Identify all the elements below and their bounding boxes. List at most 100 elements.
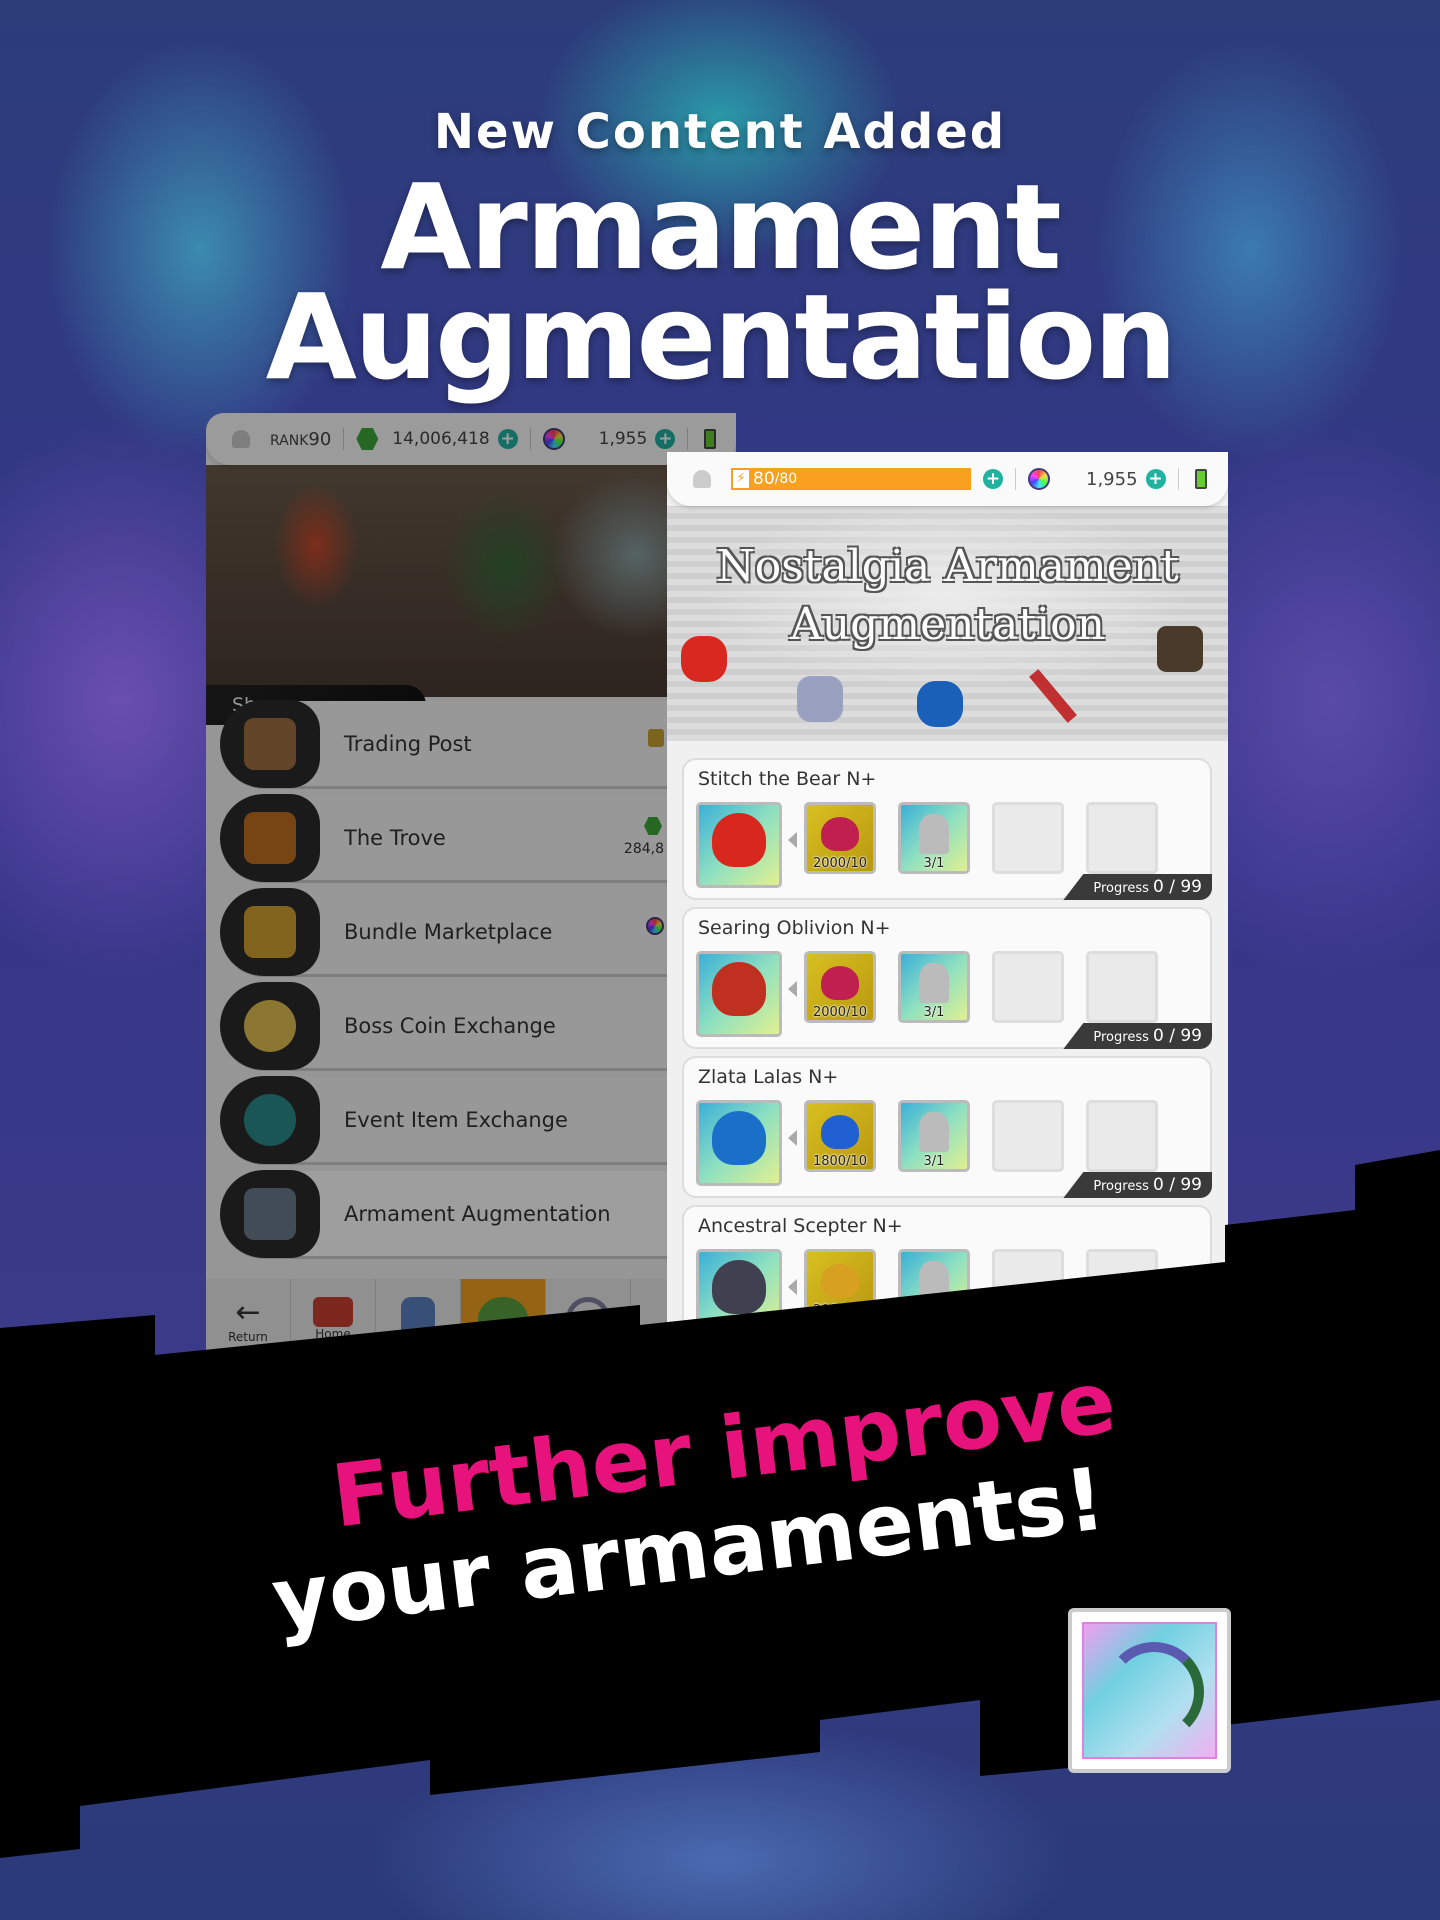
material-slot[interactable]	[898, 1249, 970, 1321]
menu-item-label: Bundle Marketplace	[344, 919, 553, 944]
headline-subtitle: New Content Added	[433, 104, 1007, 160]
menu-item-event-item-exchange[interactable]: Event Item Exchange	[220, 1075, 736, 1165]
orb-count: 1,955	[598, 429, 648, 449]
menu-item-boss-coin-exchange[interactable]: Boss Coin Exchange	[220, 981, 736, 1071]
nav-portal-button[interactable]	[546, 1279, 631, 1353]
ore-icon	[821, 1264, 859, 1299]
armament-slot[interactable]	[696, 1100, 782, 1186]
trading-post-icon	[220, 699, 320, 788]
menu-item-the-trove[interactable]: The Trove 284,8	[220, 793, 736, 883]
energy-max: /80	[774, 471, 798, 487]
progress-badge: Progress 0 / 99	[1063, 1172, 1212, 1198]
menu-item-label: Event Item Exchange	[344, 1107, 568, 1132]
menu-item-label: The Trove	[344, 825, 446, 850]
staff-icon	[1029, 669, 1077, 723]
home-button[interactable]: Home	[291, 1279, 376, 1353]
arrow-left-icon	[788, 1279, 797, 1295]
progress-badge: Progress 0 / 99	[1063, 874, 1212, 900]
augment-card[interactable]: Stitch the Bear N+ 2000/10 3/1 Progress …	[682, 758, 1212, 900]
coin-bag-icon	[220, 981, 320, 1070]
material-count: 3/1	[923, 1154, 945, 1169]
material-slot[interactable]: 2000/10	[804, 951, 876, 1023]
claw-icon	[797, 676, 843, 722]
menu-item-bundle-marketplace[interactable]: Bundle Marketplace	[220, 887, 736, 977]
progress-badge: Progress 0 / 99	[1063, 1023, 1212, 1049]
material-slot[interactable]: 1800/10	[804, 1100, 876, 1172]
nav-statue-button[interactable]	[376, 1279, 461, 1353]
reward-bow-item	[1068, 1608, 1231, 1773]
gem-icon	[644, 817, 662, 835]
progress-label: Progress	[1093, 1030, 1149, 1045]
augment-card[interactable]: Searing Oblivion N+ 2000/10 3/1 Progress…	[682, 907, 1212, 1049]
blue-gauntlet-icon	[917, 681, 963, 727]
material-slot[interactable]: 3/1	[898, 951, 970, 1023]
material-slot[interactable]: 3/1	[898, 802, 970, 874]
armament-slot[interactable]	[696, 951, 782, 1037]
gem-count: 14,006,418	[392, 429, 490, 449]
divider	[1177, 468, 1179, 490]
add-orbs-button[interactable]: +	[1145, 469, 1166, 489]
red-gauntlet-icon	[681, 636, 727, 682]
armament-slot[interactable]	[696, 802, 782, 888]
augmentation-list: Stitch the Bear N+ 2000/10 3/1 Progress …	[682, 758, 1212, 1352]
statue-icon	[401, 1297, 435, 1341]
material-count: 1800/10	[812, 1154, 867, 1169]
progress-value: 0 / 99	[1153, 877, 1202, 897]
ore-icon	[821, 966, 859, 1001]
divider	[1015, 468, 1016, 490]
back-arrow-icon: ←	[235, 1294, 261, 1330]
orb-icon	[542, 428, 565, 450]
card-title: Zlata Lalas N+	[698, 1066, 839, 1088]
card-title: Searing Oblivion N+	[698, 917, 891, 939]
orb-icon	[1028, 468, 1050, 490]
progress-label: Progress	[1093, 1179, 1149, 1194]
empty-slot	[992, 1100, 1064, 1172]
add-gems-button[interactable]: +	[497, 429, 518, 449]
shop-banner: Shop	[206, 465, 736, 725]
rank-text: RANK	[270, 432, 309, 449]
crystal-icon	[919, 814, 949, 855]
empty-slot	[992, 802, 1064, 874]
empty-slot	[1086, 1100, 1158, 1172]
augment-card[interactable]: Ancestral Scepter N+ 2000/10	[682, 1205, 1212, 1347]
rank-value: 90	[308, 428, 332, 450]
bell-icon[interactable]	[232, 430, 250, 448]
menu-item-label: Armament Augmentation	[344, 1201, 611, 1226]
progress-value: 0 / 99	[1153, 1175, 1202, 1195]
scroll-icon	[648, 729, 664, 747]
menu-item-trading-post[interactable]: Trading Post	[220, 699, 736, 789]
battery-icon	[704, 429, 717, 449]
material-count: 2000/10	[812, 1005, 867, 1020]
empty-slot	[1086, 951, 1158, 1023]
bow-icon	[1082, 1622, 1217, 1759]
bundle-icon	[220, 887, 320, 976]
augment-card[interactable]: Zlata Lalas N+ 1800/10 3/1 Progress 0 / …	[682, 1056, 1212, 1198]
ore-icon	[821, 1115, 859, 1150]
add-orbs-button[interactable]: +	[655, 429, 676, 449]
armament-icon	[712, 1111, 766, 1166]
armament-icon	[712, 962, 766, 1017]
armament-icon	[712, 1260, 766, 1315]
orb-icon	[646, 917, 664, 935]
progress-label: Progress	[1093, 881, 1149, 896]
augmentation-banner: Nostalgia Armament Augmentation	[667, 506, 1228, 741]
menu-item-armament-augmentation[interactable]: Armament Augmentation	[220, 1169, 736, 1259]
empty-slot	[1086, 1249, 1158, 1321]
banner-title-line1: Nostalgia Armament	[716, 541, 1179, 592]
left-topbar: RANK90 14,006,418 + 1,955 +	[206, 413, 736, 465]
bell-icon[interactable]	[693, 470, 711, 488]
return-button[interactable]: ← Return	[206, 1279, 291, 1353]
material-slot[interactable]: 2000/10	[804, 802, 876, 874]
arrow-left-icon	[788, 981, 797, 997]
armament-slot[interactable]	[696, 1249, 782, 1335]
add-energy-button[interactable]: +	[983, 469, 1003, 489]
armament-icon	[712, 813, 766, 868]
portal-icon	[566, 1297, 610, 1341]
material-count: 3/1	[923, 1005, 945, 1020]
nav-shop-button[interactable]	[461, 1279, 546, 1353]
augmentation-screen: ⚡ 80/80 + 1,955 + Nostalgia Armament Augme…	[667, 452, 1228, 1352]
battery-icon	[1194, 469, 1207, 489]
energy-value: 80	[753, 469, 775, 489]
material-slot[interactable]: 2000/10	[804, 1249, 876, 1321]
material-slot[interactable]: 3/1	[898, 1100, 970, 1172]
